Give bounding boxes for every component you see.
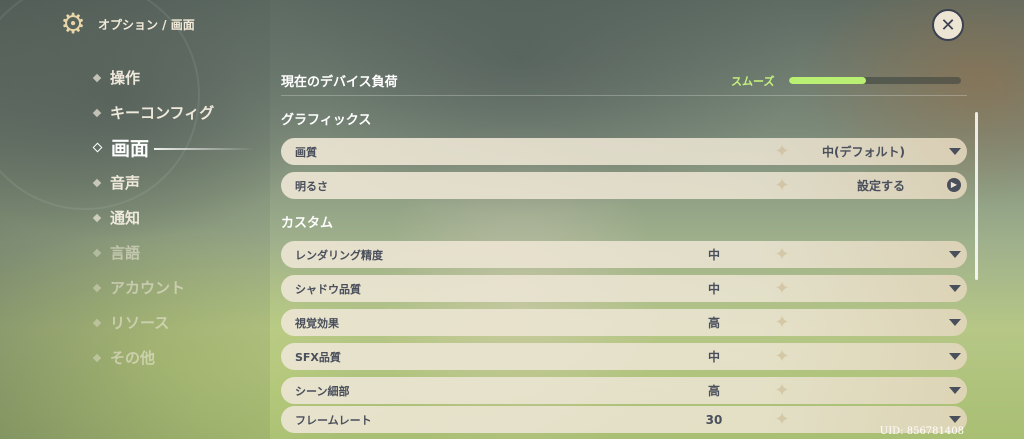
setting-quality[interactable]: 画質 ✦ 中(デフォルト) <box>281 138 967 165</box>
device-load-fill <box>789 77 867 84</box>
setting-label: 明るさ <box>295 179 328 193</box>
diamond-icon <box>92 213 102 222</box>
setting-brightness[interactable]: 明るさ ✦ 設定する ▶ <box>281 172 967 199</box>
setting-shadow-quality[interactable]: シャドウ品質 ✦ 中 <box>281 275 967 302</box>
device-load-meter <box>789 77 961 84</box>
setting-value: 中 <box>707 248 720 262</box>
setting-sfx-quality[interactable]: SFX品質 ✦ 中 <box>281 343 967 370</box>
sidebar-item-label: キーコンフィグ <box>110 104 215 122</box>
sidebar-item-keybinds[interactable]: キーコンフィグ <box>92 95 264 130</box>
diamond-icon <box>92 353 102 362</box>
sparkle-decoration-icon: ✦ <box>774 278 790 299</box>
gear-icon: ⚙ <box>60 7 86 40</box>
device-load-label: 現在のデバイス負荷 <box>281 75 398 90</box>
setting-label: 視覚効果 <box>295 316 339 330</box>
setting-value: 中(デフォルト) <box>822 145 905 159</box>
sparkle-decoration-icon: ✦ <box>774 312 790 333</box>
sparkle-decoration-icon: ✦ <box>774 244 790 265</box>
uid-label: UID: 856781408 <box>879 426 964 437</box>
setting-value: 設定する <box>856 179 905 193</box>
partially-visible-row-clip: フレームレート ✦ 30 <box>281 406 967 439</box>
setting-value: 高 <box>707 384 720 398</box>
sidebar-item-other[interactable]: その他 <box>92 340 264 375</box>
sparkle-decoration-icon: ✦ <box>774 380 790 401</box>
setting-label: 画質 <box>295 145 317 159</box>
setting-scene-detail[interactable]: シーン細部 ✦ 高 <box>281 377 967 404</box>
setting-label: レンダリング精度 <box>295 248 383 262</box>
device-load-row: 現在のデバイス負荷 スムーズ <box>281 66 967 96</box>
setting-value: 30 <box>705 412 723 427</box>
setting-label: SFX品質 <box>295 350 341 364</box>
sparkle-decoration-icon: ✦ <box>774 141 790 162</box>
sidebar: 操作 キーコンフィグ 画面 音声 通知 言語 アカウント リソース その他 <box>92 60 264 375</box>
sidebar-item-audio[interactable]: 音声 <box>92 165 264 200</box>
setting-label: シーン細部 <box>295 384 350 398</box>
chevron-down-icon <box>949 416 961 423</box>
device-load-status: スムーズ <box>731 75 775 88</box>
setting-visual-effects[interactable]: 視覚効果 ✦ 高 <box>281 309 967 336</box>
scrollbar[interactable] <box>975 112 978 280</box>
diamond-icon <box>92 108 102 117</box>
settings-panel: 現在のデバイス負荷 スムーズ グラフィックス 画質 ✦ 中(デフォルト) 明るさ… <box>281 66 967 404</box>
sidebar-item-label: 操作 <box>110 69 141 87</box>
arrow-right-icon: ▶ <box>947 178 961 192</box>
section-title-custom: カスタム <box>281 216 334 231</box>
diamond-icon <box>92 178 102 187</box>
sidebar-item-label: その他 <box>110 349 156 367</box>
sidebar-item-language[interactable]: 言語 <box>92 235 264 270</box>
setting-value: 高 <box>707 316 720 330</box>
diamond-icon <box>92 283 102 292</box>
setting-label: シャドウ品質 <box>295 282 361 296</box>
sidebar-item-notifications[interactable]: 通知 <box>92 200 264 235</box>
diamond-icon <box>92 142 103 153</box>
sparkle-decoration-icon: ✦ <box>774 346 790 367</box>
active-indicator-line <box>154 148 254 150</box>
sidebar-item-label: アカウント <box>110 279 186 297</box>
header: ⚙ オプション / 画面 <box>58 7 195 40</box>
setting-value: 中 <box>707 282 720 296</box>
breadcrumb: オプション / 画面 <box>98 17 195 32</box>
sparkle-decoration-icon: ✦ <box>774 409 790 430</box>
sidebar-item-controls[interactable]: 操作 <box>92 60 264 95</box>
sidebar-item-label: 通知 <box>110 209 141 227</box>
sparkle-decoration-icon: ✦ <box>774 175 790 196</box>
diamond-icon <box>92 248 102 257</box>
chevron-down-icon <box>949 251 961 258</box>
sidebar-item-label: 言語 <box>110 244 141 262</box>
setting-render-resolution[interactable]: レンダリング精度 ✦ 中 <box>281 241 967 268</box>
sidebar-item-account[interactable]: アカウント <box>92 270 264 305</box>
chevron-down-icon <box>949 353 961 360</box>
setting-label: フレームレート <box>295 413 372 427</box>
setting-frame-rate[interactable]: フレームレート ✦ 30 <box>281 406 967 433</box>
diamond-icon <box>92 73 102 82</box>
sidebar-item-resources[interactable]: リソース <box>92 305 264 340</box>
section-title-graphics: グラフィックス <box>281 113 372 128</box>
setting-value: 中 <box>707 350 720 364</box>
chevron-down-icon <box>949 285 961 292</box>
chevron-down-icon <box>949 319 961 326</box>
diamond-icon <box>92 318 102 327</box>
sidebar-item-label: 音声 <box>110 174 141 192</box>
chevron-down-icon <box>949 387 961 394</box>
sidebar-item-label: 画面 <box>111 138 150 160</box>
sidebar-item-label: リソース <box>110 314 170 332</box>
chevron-down-icon <box>949 148 961 155</box>
close-icon: ✕ <box>940 14 956 36</box>
close-button[interactable]: ✕ <box>932 9 964 41</box>
